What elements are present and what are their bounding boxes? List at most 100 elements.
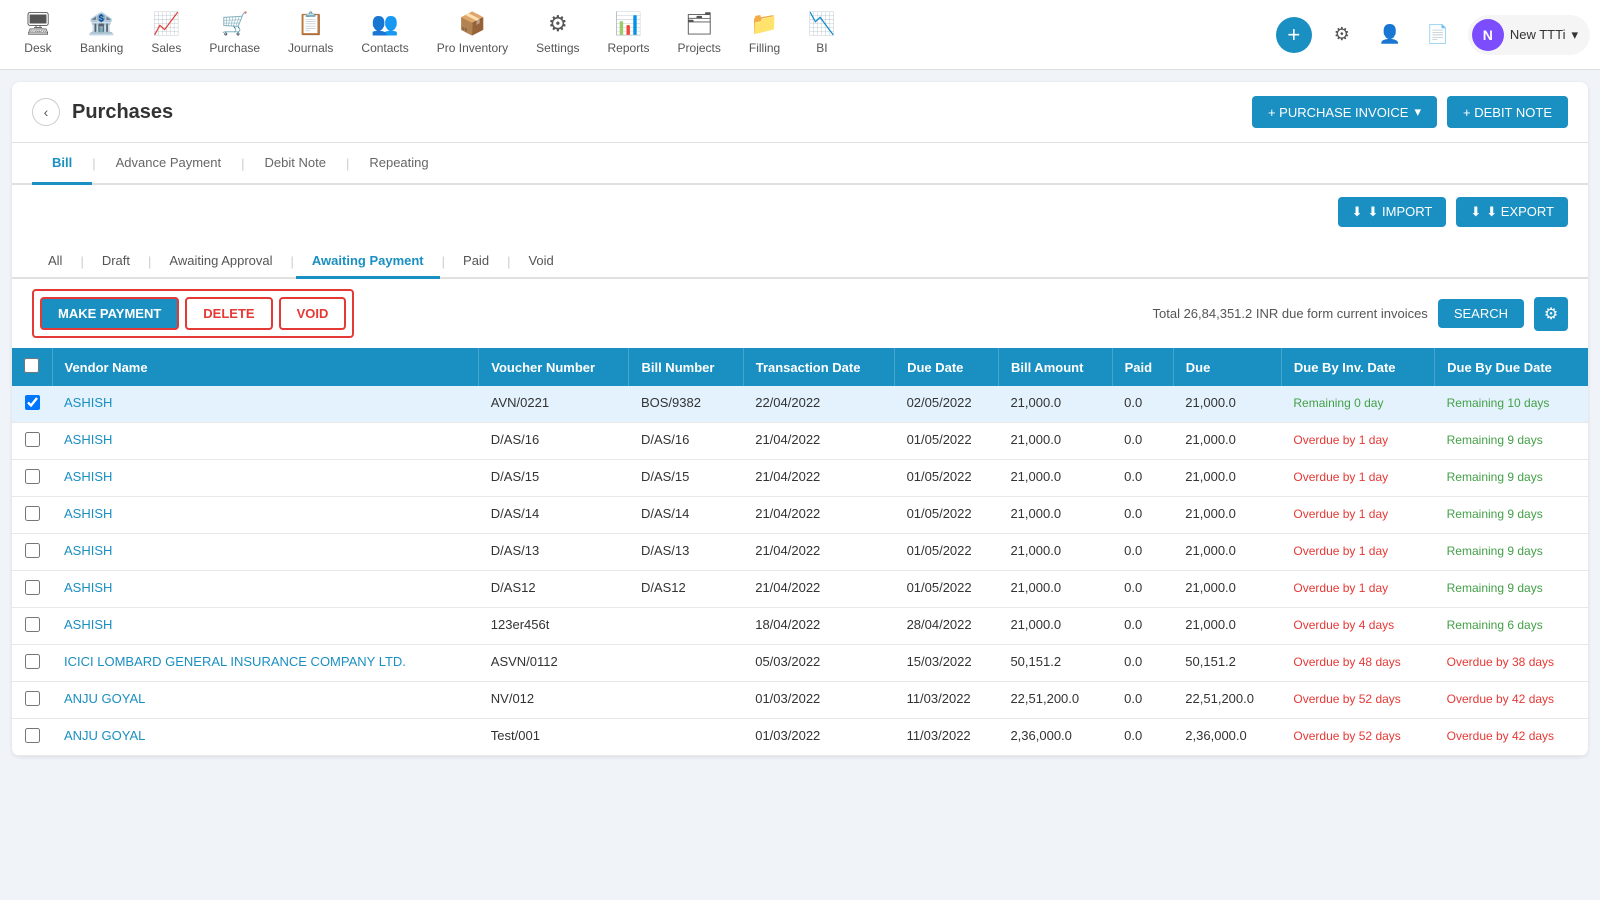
nav-label-bi: BI [816,41,827,55]
row-checkbox-6[interactable] [25,617,40,632]
people-button[interactable]: 👤 [1372,17,1408,53]
tab-advance-payment[interactable]: Advance Payment [96,143,242,185]
row-checkbox-4[interactable] [25,543,40,558]
status-tab-awaiting-payment[interactable]: Awaiting Payment [296,245,440,279]
vendor-link-1[interactable]: ASHISH [64,432,112,447]
make-payment-button[interactable]: MAKE PAYMENT [40,297,179,330]
status-tab-void[interactable]: Void [512,245,569,279]
void-button[interactable]: VOID [279,297,347,330]
cell-due-by-inv: Overdue by 1 day [1281,571,1434,608]
nav-item-reports[interactable]: 📊 Reports [594,3,664,66]
nav-label-settings: Settings [536,41,579,55]
row-checkbox-cell[interactable] [12,645,52,682]
gear-settings-button[interactable]: ⚙ [1534,297,1568,331]
nav-item-filling[interactable]: 📁 Filling [735,3,794,66]
row-checkbox-cell[interactable] [12,534,52,571]
vendor-link-3[interactable]: ASHISH [64,506,112,521]
cell-due-by-due: Overdue by 42 days [1435,719,1588,756]
user-name: New TTTi [1510,27,1566,42]
row-checkbox-2[interactable] [25,469,40,484]
cell-vendor: ASHISH [52,423,479,460]
data-table-container: Vendor Name Voucher Number Bill Number T… [12,348,1588,756]
vendor-link-2[interactable]: ASHISH [64,469,112,484]
header-select-all[interactable] [12,348,52,386]
status-tab-draft[interactable]: Draft [86,245,146,279]
row-checkbox-cell[interactable] [12,460,52,497]
row-checkbox-1[interactable] [25,432,40,447]
row-checkbox-7[interactable] [25,654,40,669]
user-menu[interactable]: N New TTTi ▾ [1468,15,1590,55]
import-icon: ⬇ [1352,204,1363,220]
nav-item-journals[interactable]: 📋 Journals [274,3,347,66]
back-button[interactable]: ‹ [32,98,60,126]
row-checkbox-cell[interactable] [12,497,52,534]
cell-due-date: 01/05/2022 [895,423,999,460]
cell-voucher: D/AS/14 [479,497,629,534]
nav-item-settings[interactable]: ⚙ Settings [522,3,593,66]
cell-due-by-due: Remaining 9 days [1435,460,1588,497]
cell-bill-amount: 21,000.0 [998,386,1112,423]
cell-due-by-due: Remaining 9 days [1435,423,1588,460]
row-checkbox-3[interactable] [25,506,40,521]
table-row: ANJU GOYAL NV/012 01/03/2022 11/03/2022 … [12,682,1588,719]
status-tab-awaiting-approval[interactable]: Awaiting Approval [153,245,288,279]
search-button[interactable]: SEARCH [1438,299,1524,328]
debit-note-button[interactable]: + DEBIT NOTE [1447,96,1568,128]
cell-transaction-date: 21/04/2022 [743,534,894,571]
row-checkbox-cell[interactable] [12,608,52,645]
total-info-text: Total 26,84,351.2 INR due form current i… [1153,306,1428,321]
vendor-link-8[interactable]: ANJU GOYAL [64,691,145,706]
tab-bill[interactable]: Bill [32,143,92,185]
row-checkbox-cell[interactable] [12,571,52,608]
nav-item-banking[interactable]: 🏦 Banking [66,3,137,66]
row-checkbox-cell[interactable] [12,423,52,460]
vendor-link-0[interactable]: ASHISH [64,395,112,410]
status-tab-paid[interactable]: Paid [447,245,505,279]
file-button[interactable]: 📄 [1420,17,1456,53]
vendor-link-5[interactable]: ASHISH [64,580,112,595]
table-row: ASHISH D/AS/15 D/AS/15 21/04/2022 01/05/… [12,460,1588,497]
tab-repeating[interactable]: Repeating [349,143,448,185]
vendor-link-6[interactable]: ASHISH [64,617,112,632]
row-checkbox-0[interactable] [25,395,40,410]
cell-transaction-date: 21/04/2022 [743,571,894,608]
nav-item-sales[interactable]: 📈 Sales [137,3,195,66]
nav-item-desk[interactable]: 🖥 Desk [10,3,66,66]
cell-due-date: 15/03/2022 [895,645,999,682]
tab-debit-note[interactable]: Debit Note [245,143,346,185]
header-due: Due [1173,348,1281,386]
header-paid: Paid [1112,348,1173,386]
settings-gear-button[interactable]: ⚙ [1324,17,1360,53]
delete-button[interactable]: DELETE [185,297,272,330]
vendor-link-4[interactable]: ASHISH [64,543,112,558]
nav-item-contacts[interactable]: 👥 Contacts [347,3,422,66]
cell-due-by-inv: Overdue by 1 day [1281,497,1434,534]
row-checkbox-9[interactable] [25,728,40,743]
page-title: Purchases [72,101,173,124]
import-button[interactable]: ⬇ ⬇ IMPORT [1338,197,1447,227]
row-checkbox-cell[interactable] [12,386,52,423]
row-checkbox-cell[interactable] [12,682,52,719]
header-transaction-date: Transaction Date [743,348,894,386]
nav-item-purchase[interactable]: 🛒 Purchase [195,3,274,66]
nav-item-bi[interactable]: 📉 BI [794,3,849,66]
row-checkbox-5[interactable] [25,580,40,595]
nav-item-projects[interactable]: 🗂 Projects [664,3,735,66]
row-checkbox-cell[interactable] [12,719,52,756]
nav-item-pro-inventory[interactable]: 📦 Pro Inventory [423,3,522,66]
cell-due-by-inv: Overdue by 1 day [1281,534,1434,571]
nav-right-controls: + ⚙ 👤 📄 N New TTTi ▾ [1276,15,1590,55]
nav-label-pro-inventory: Pro Inventory [437,41,508,55]
vendor-link-9[interactable]: ANJU GOYAL [64,728,145,743]
cell-due-by-inv: Overdue by 1 day [1281,460,1434,497]
debit-note-label: + DEBIT NOTE [1463,105,1552,120]
row-checkbox-8[interactable] [25,691,40,706]
main-tabs: Bill | Advance Payment | Debit Note | Re… [12,143,1588,185]
add-button[interactable]: + [1276,17,1312,53]
vendor-link-7[interactable]: ICICI LOMBARD GENERAL INSURANCE COMPANY … [64,654,406,669]
status-tab-all[interactable]: All [32,245,78,279]
select-all-checkbox[interactable] [24,358,39,373]
export-button[interactable]: ⬇ ⬇ EXPORT [1456,197,1568,227]
cell-paid: 0.0 [1112,386,1173,423]
purchase-invoice-button[interactable]: + PURCHASE INVOICE ▾ [1252,96,1437,128]
